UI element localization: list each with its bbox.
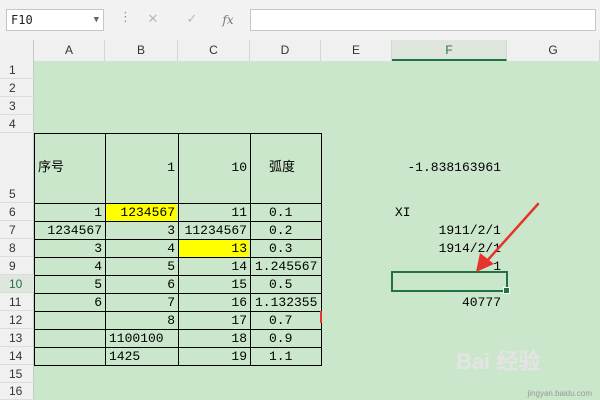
cell-b11[interactable]: 7 [106, 294, 178, 311]
row-header[interactable]: 11 [0, 293, 34, 311]
row-header[interactable]: 5 [0, 133, 34, 203]
column-header-bar: A B C D E F G [0, 40, 600, 62]
column-header-e[interactable]: E [321, 40, 392, 61]
cell-c9[interactable]: 14 [179, 258, 250, 275]
cell-f5[interactable]: -1.838163961 [392, 159, 504, 176]
row-header[interactable]: 2 [0, 79, 34, 97]
cell-d14[interactable]: 1.1 [266, 348, 321, 365]
cell-c7[interactable]: 11234567 [179, 222, 250, 239]
cancel-icon[interactable]: ✕ [141, 9, 165, 31]
row-header[interactable]: 13 [0, 329, 34, 347]
row-header[interactable]: 1 [0, 61, 34, 79]
cell-a9[interactable]: 4 [35, 258, 105, 275]
watermark-url: jingyan.baidu.com [527, 389, 592, 398]
cell-c8[interactable]: 13 [179, 240, 250, 257]
cell-c5[interactable]: 10 [179, 159, 250, 176]
cell-b5[interactable]: 1 [106, 159, 178, 176]
enter-icon[interactable]: ✓ [180, 9, 204, 31]
name-box-value: F10 [11, 13, 33, 27]
cell-a5[interactable]: 序号 [35, 159, 105, 176]
cell-c6[interactable]: 11 [179, 204, 250, 221]
cell-d6[interactable]: 0.1 [266, 204, 321, 221]
cell-d10[interactable]: 0.5 [266, 276, 321, 293]
table-border [34, 133, 322, 134]
row-header[interactable]: 14 [0, 347, 34, 365]
column-header-b[interactable]: B [105, 40, 178, 61]
cell-d7[interactable]: 0.2 [266, 222, 321, 239]
table-border [250, 133, 251, 365]
cell-d5[interactable]: 弧度 [266, 159, 321, 176]
cell-b10[interactable]: 6 [106, 276, 178, 293]
column-header-f[interactable]: F [392, 40, 507, 61]
insert-function-icon[interactable]: fx [216, 9, 240, 31]
column-header-c[interactable]: C [178, 40, 250, 61]
row-header[interactable]: 7 [0, 221, 34, 239]
cell-a10[interactable]: 5 [35, 276, 105, 293]
red-marker [320, 311, 322, 323]
column-header-a[interactable]: A [34, 40, 105, 61]
watermark-logo: Bai 经验 [456, 349, 541, 374]
row-header[interactable]: 15 [0, 365, 34, 383]
row-header[interactable]: 12 [0, 311, 34, 329]
cell-a7[interactable]: 1234567 [35, 222, 105, 239]
cell-d12[interactable]: 0.7 [266, 312, 321, 329]
cell-d8[interactable]: 0.3 [266, 240, 321, 257]
cell-a8[interactable]: 3 [35, 240, 105, 257]
column-header-d[interactable]: D [250, 40, 321, 61]
watermark: Bai 经验 jingyan.baidu.com [452, 336, 600, 400]
row-header[interactable]: 8 [0, 239, 34, 257]
select-all-corner[interactable] [0, 40, 34, 61]
cell-b12[interactable]: 8 [106, 312, 178, 329]
cell-a11[interactable]: 6 [35, 294, 105, 311]
cell-b6[interactable]: 1234567 [106, 204, 178, 221]
cell-d13[interactable]: 0.9 [266, 330, 321, 347]
table-border [34, 365, 322, 366]
cell-b13[interactable]: 1100100 [106, 330, 178, 347]
cell-c12[interactable]: 17 [179, 312, 250, 329]
formula-input[interactable] [250, 9, 596, 31]
name-box-dropdown-icon[interactable]: ▼ [94, 10, 99, 30]
formula-bar: F10 ▼ ⋮ ✕ ✓ fx [0, 0, 600, 41]
row-header[interactable]: 3 [0, 97, 34, 115]
cell-c14[interactable]: 19 [179, 348, 250, 365]
row-header-bar: 1 2 3 4 5 6 7 8 9 10 11 12 13 14 15 16 [0, 61, 34, 400]
row-header[interactable]: 6 [0, 203, 34, 221]
fill-handle[interactable] [503, 287, 510, 294]
cell-c13[interactable]: 18 [179, 330, 250, 347]
cell-b7[interactable]: 3 [106, 222, 178, 239]
formula-bar-separator-icon: ⋮ [119, 10, 132, 25]
cell-c11[interactable]: 16 [179, 294, 250, 311]
cell-d9[interactable]: 1.245567 [252, 258, 321, 275]
name-box[interactable]: F10 ▼ [6, 9, 104, 31]
cell-a6[interactable]: 1 [35, 204, 105, 221]
row-header[interactable]: 16 [0, 383, 34, 400]
row-header[interactable]: 4 [0, 115, 34, 133]
cell-f11[interactable]: 40777 [392, 294, 504, 311]
table-border [321, 133, 322, 365]
cell-b14[interactable]: 1425 [106, 348, 178, 365]
cell-c10[interactable]: 15 [179, 276, 250, 293]
column-header-g[interactable]: G [507, 40, 600, 61]
row-header-selected[interactable]: 10 [0, 275, 34, 293]
annotation-arrow-icon [476, 202, 540, 272]
row-header[interactable]: 9 [0, 257, 34, 275]
cell-b9[interactable]: 5 [106, 258, 178, 275]
cell-b8[interactable]: 4 [106, 240, 178, 257]
cell-d11[interactable]: 1.132355 [252, 294, 321, 311]
